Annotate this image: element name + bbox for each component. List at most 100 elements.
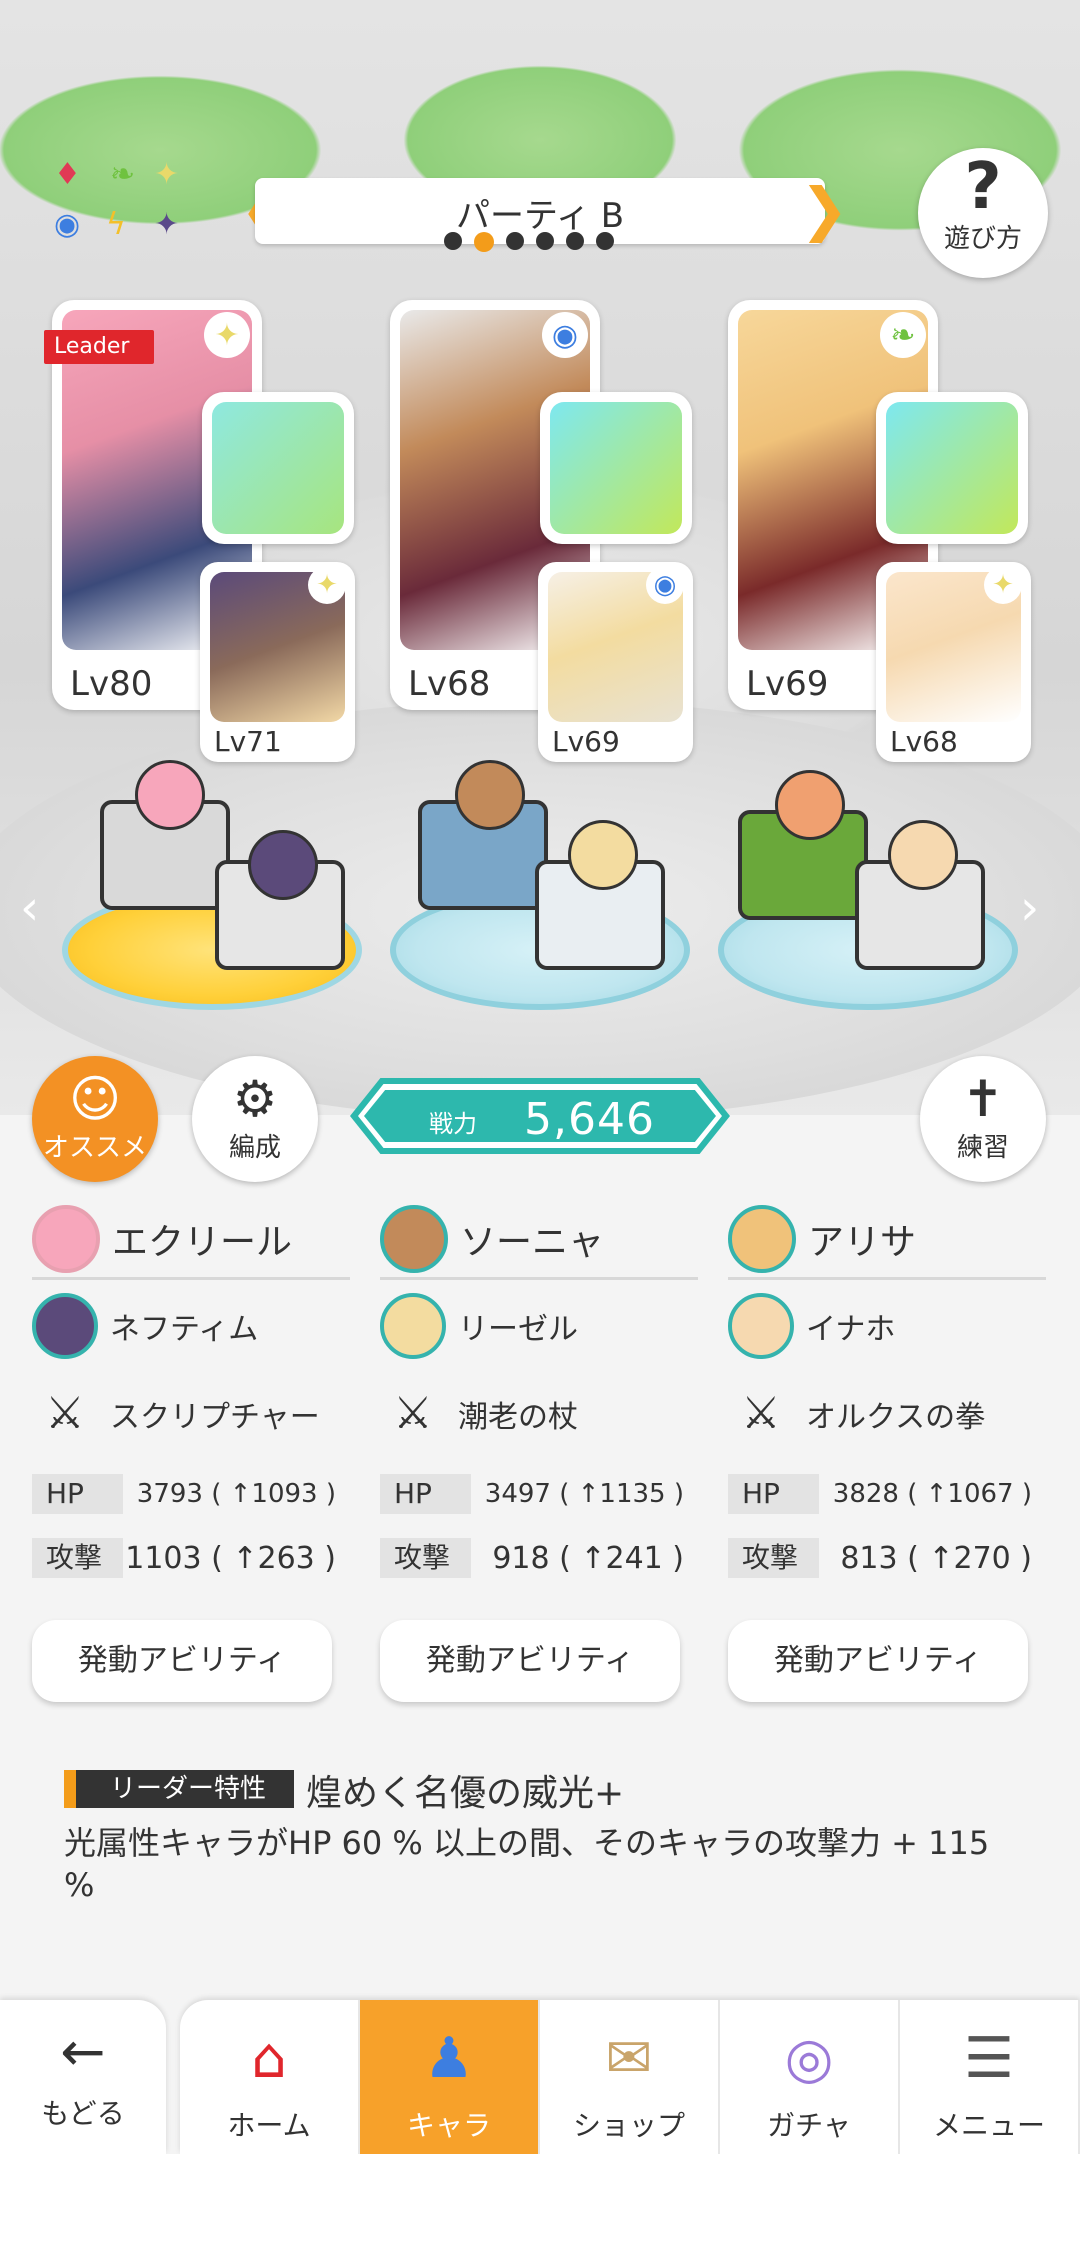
recommend-button[interactable]: ☺ オススメ	[32, 1056, 158, 1182]
light-element-icon: ✦	[984, 566, 1022, 604]
chibi-sprite	[135, 760, 205, 830]
wind-element-icon: ❧	[880, 312, 926, 358]
tab-menu[interactable]: ☰ メニュー	[900, 2000, 1080, 2154]
sub-character-name: リーゼル	[458, 1312, 578, 1347]
sub-character-row[interactable]: イナホ	[728, 1280, 1046, 1372]
practice-label: 練習	[956, 1133, 1009, 1163]
sub-level: Lv68	[890, 725, 958, 758]
party-next-button[interactable]: ❯	[800, 178, 849, 244]
weapon-slot-icon: ⚔	[741, 1388, 781, 1439]
attack-value: 918 ( ↑241 )	[492, 1540, 684, 1576]
weapon-row[interactable]: ⚔ スクリプチャー	[32, 1372, 350, 1456]
system-bar-area	[0, 2154, 1080, 2244]
weapon-name: 潮老の杖	[458, 1400, 578, 1435]
chibi-sprite	[888, 820, 958, 890]
tab-label: ショップ	[572, 2109, 685, 2142]
chevron-right-icon[interactable]: ›	[1020, 880, 1039, 936]
shop-bag-icon: ✉	[605, 2026, 653, 2091]
home-icon: ⌂	[251, 2026, 287, 2091]
light-element-icon: ✦	[308, 566, 346, 604]
water-element-icon: ◉	[54, 207, 81, 242]
ability-button[interactable]: 発動アビリティ	[380, 1620, 680, 1702]
tab-label: メニュー	[932, 2109, 1045, 2142]
sub-character-row[interactable]: ネフティム	[32, 1280, 350, 1372]
book-weapon-icon	[212, 402, 344, 534]
leader-trait-description: 光属性キャラがHP 60 % 以上の間、そのキャラの攻撃力 + 115 %	[64, 1824, 990, 1904]
character-column-3: アリサ イナホ ⚔ オルクスの拳 HP 3828 ( ↑1067 ) 攻撃 81…	[728, 1200, 1046, 1702]
avatar	[728, 1293, 794, 1359]
menu-list-icon: ☰	[963, 2026, 1015, 2091]
avatar	[380, 1293, 446, 1359]
thunder-element-icon: ϟ	[106, 207, 126, 242]
attack-value: 813 ( ↑270 )	[840, 1540, 1032, 1576]
weapon-card-3[interactable]	[876, 392, 1028, 544]
main-character-row[interactable]: エクリール	[32, 1200, 350, 1280]
light-element-icon: ✦	[154, 157, 180, 192]
arrow-left-icon: ←	[60, 2020, 106, 2083]
ability-button[interactable]: 発動アビリティ	[32, 1620, 332, 1702]
fire-element-icon: ♦	[54, 157, 81, 192]
weapon-slot-icon: ⚔	[45, 1388, 85, 1439]
sub-character-row[interactable]: リーゼル	[380, 1280, 698, 1372]
tab-shop[interactable]: ✉ ショップ	[540, 2000, 720, 2154]
sub-character-name: イナホ	[806, 1312, 896, 1347]
hp-value: 3497 ( ↑1135 )	[484, 1479, 684, 1509]
page-dot-active	[474, 232, 494, 252]
hp-row: HP 3497 ( ↑1135 )	[380, 1468, 698, 1520]
wind-element-icon: ❧	[110, 157, 136, 192]
element-chart[interactable]: ♦ ❧ ✦ ◉ ϟ ✦	[50, 160, 190, 260]
weapon-card-2[interactable]	[540, 392, 692, 544]
practice-button[interactable]: ✝ 練習	[920, 1056, 1046, 1182]
attack-row: 攻撃 813 ( ↑270 )	[728, 1532, 1046, 1584]
dark-element-icon: ✦	[154, 207, 180, 242]
back-button[interactable]: ← もどる	[0, 2000, 166, 2154]
weapon-card-1[interactable]	[202, 392, 354, 544]
character-column-2: ソーニャ リーゼル ⚔ 潮老の杖 HP 3497 ( ↑1135 ) 攻撃 91…	[380, 1200, 698, 1702]
tab-gacha[interactable]: ◎ ガチャ	[720, 2000, 900, 2154]
tab-label: キャラ	[406, 2109, 491, 2142]
main-character-name: ソーニャ	[460, 1221, 605, 1263]
main-level: Lv68	[408, 664, 491, 704]
formation-gear-icon: ⚙	[232, 1070, 278, 1128]
avatar	[728, 1204, 796, 1273]
leader-trait-title: 煌めく名優の威光+	[306, 1773, 625, 1814]
formation-label: 編成	[228, 1133, 281, 1163]
scarecrow-icon: ✝	[962, 1070, 1004, 1128]
power-value: 5,646	[524, 1094, 655, 1145]
chevron-left-icon[interactable]: ‹	[20, 880, 39, 936]
weapon-row[interactable]: ⚔ オルクスの拳	[728, 1372, 1046, 1456]
party-title: パーティ B	[455, 196, 625, 236]
tab-label: ホーム	[227, 2109, 311, 2142]
ability-button[interactable]: 発動アビリティ	[728, 1620, 1028, 1702]
hp-row: HP 3828 ( ↑1067 )	[728, 1468, 1046, 1520]
character-icon: ♟	[423, 2026, 475, 2091]
page-dot	[444, 232, 462, 250]
formation-button[interactable]: ⚙ 編成	[192, 1056, 318, 1182]
attack-label: 攻撃	[728, 1538, 843, 1578]
help-label: 遊び方	[943, 224, 1022, 254]
chibi-sprite	[248, 830, 318, 900]
main-level: Lv80	[70, 664, 153, 704]
tab-home[interactable]: ⌂ ホーム	[180, 2000, 360, 2154]
main-character-row[interactable]: ソーニャ	[380, 1200, 698, 1280]
weapon-row[interactable]: ⚔ 潮老の杖	[380, 1372, 698, 1456]
light-element-icon: ✦	[204, 312, 250, 358]
tab-chara[interactable]: ♟ キャラ	[360, 2000, 540, 2154]
page-dot	[566, 232, 584, 250]
water-element-icon: ◉	[646, 566, 684, 604]
weapon-name: スクリプチャー	[110, 1400, 320, 1435]
attack-label: 攻撃	[380, 1538, 495, 1578]
power-badge: 戦力 5,646	[350, 1078, 730, 1154]
sub-level: Lv71	[214, 725, 282, 758]
power-border: 戦力 5,646	[358, 1084, 722, 1148]
attack-row: 攻撃 1103 ( ↑263 )	[32, 1532, 350, 1584]
fist-weapon-icon	[886, 402, 1018, 534]
sub-character-name: ネフティム	[110, 1312, 259, 1347]
recommend-label: オススメ	[42, 1133, 147, 1163]
power-label: 戦力	[429, 1110, 477, 1138]
help-button[interactable]: ? 遊び方	[918, 148, 1048, 278]
main-character-row[interactable]: アリサ	[728, 1200, 1046, 1280]
avatar	[32, 1293, 98, 1359]
power-fill: 戦力 5,646	[364, 1090, 716, 1142]
gacha-portal-icon: ◎	[784, 2026, 834, 2091]
